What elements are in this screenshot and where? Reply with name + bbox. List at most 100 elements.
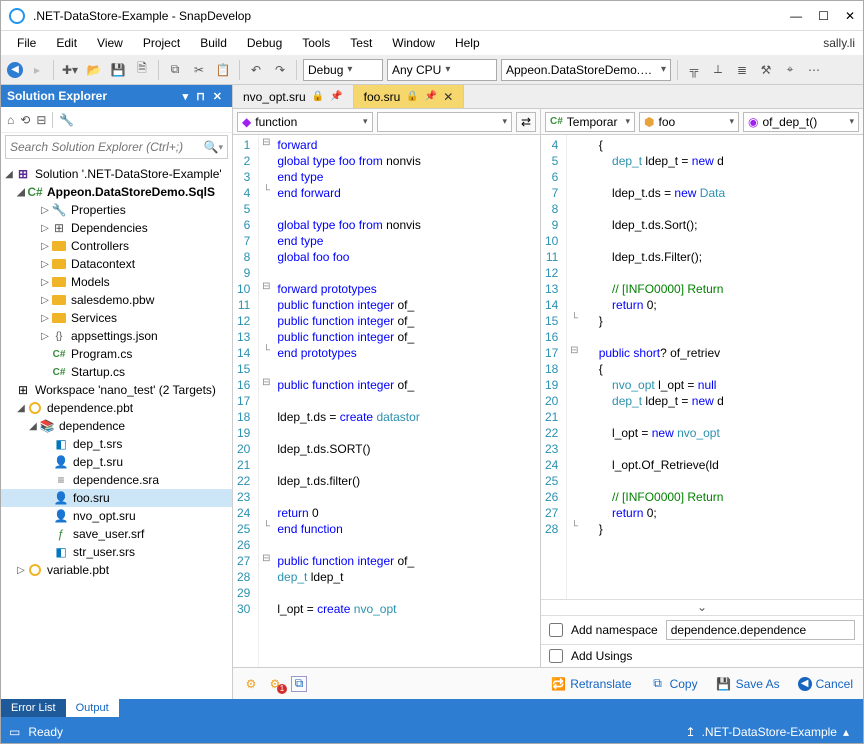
search-box[interactable]: 🔍 ▾ <box>5 135 228 159</box>
menu-edit[interactable]: Edit <box>48 34 85 52</box>
cancel-button[interactable]: ◀Cancel <box>798 677 853 691</box>
panel-pin-icon[interactable]: ⊓ <box>192 90 209 103</box>
status-dropdown-icon[interactable]: ▴ <box>837 725 855 739</box>
menu-build[interactable]: Build <box>192 34 235 52</box>
tree-item[interactable]: ▷{}appsettings.json <box>1 327 232 345</box>
status-upload-icon[interactable]: ↥ <box>680 725 702 739</box>
tree-item[interactable]: ◧dep_t.srs <box>1 435 232 453</box>
tree-item[interactable]: ▷salesdemo.pbw <box>1 291 232 309</box>
app-logo-icon <box>9 8 25 24</box>
tree-item[interactable]: 👤nvo_opt.sru <box>1 507 232 525</box>
right-dropdown-1[interactable]: C#Temporar▾ <box>545 112 635 132</box>
tree-item[interactable]: ≡dependence.sra <box>1 471 232 489</box>
tree-item[interactable]: ▷Models <box>1 273 232 291</box>
tree-item[interactable]: ▷Services <box>1 309 232 327</box>
tab-nvo-opt[interactable]: nvo_opt.sru🔒📌 <box>233 85 354 108</box>
tree-item[interactable]: ◧str_user.srs <box>1 543 232 561</box>
minimize-button[interactable]: — <box>790 9 802 23</box>
left-editor[interactable]: 1234567891011121314151617181920212223242… <box>233 135 540 667</box>
menu-project[interactable]: Project <box>135 34 188 52</box>
save-all-button[interactable]: 🗎 <box>132 60 152 80</box>
tree-item[interactable]: ▷Datacontext <box>1 255 232 273</box>
member-dropdown[interactable]: ▾ <box>377 112 513 132</box>
expand-down-button[interactable]: ⌄ <box>541 599 863 615</box>
copy-button[interactable]: ⧉Copy <box>650 676 698 692</box>
tool-icon-2[interactable]: ⟂ <box>708 60 728 80</box>
tool-icon-6[interactable]: ⋯ <box>804 60 824 80</box>
tree-item[interactable]: C#Startup.cs <box>1 363 232 381</box>
menu-tools[interactable]: Tools <box>294 34 338 52</box>
tree-item[interactable]: 👤dep_t.sru <box>1 453 232 471</box>
tree-item[interactable]: ▷⊞Dependencies <box>1 219 232 237</box>
maximize-button[interactable]: ☐ <box>818 9 829 23</box>
right-editor[interactable]: 4567891011121314151617181920212223242526… <box>541 135 863 599</box>
pbt-node[interactable]: ▷variable.pbt <box>1 561 232 579</box>
search-icon[interactable]: 🔍 <box>204 140 219 154</box>
back-button[interactable]: ◀ <box>7 62 23 78</box>
paste-icon[interactable]: 📋 <box>213 60 233 80</box>
tree-item[interactable]: C#Program.cs <box>1 345 232 363</box>
status-project: .NET-DataStore-Example <box>702 725 837 739</box>
tree-item[interactable]: ▷Controllers <box>1 237 232 255</box>
right-dropdown-2[interactable]: ⬢foo▾ <box>639 112 739 132</box>
tree-item-selected[interactable]: 👤foo.sru <box>1 489 232 507</box>
namespace-input[interactable]: dependence.dependence <box>666 620 855 640</box>
cut-icon[interactable]: ✂ <box>189 60 209 80</box>
menu-debug[interactable]: Debug <box>239 34 290 52</box>
right-dropdown-3[interactable]: ◉of_dep_t()▾ <box>743 112 859 132</box>
status-ready: Ready <box>28 725 63 739</box>
tab-foo[interactable]: foo.sru🔒📌✕ <box>354 85 465 108</box>
pbl-node[interactable]: ◢📚dependence <box>1 417 232 435</box>
add-usings-checkbox[interactable] <box>549 649 563 663</box>
tool-icon-4[interactable]: ⚒ <box>756 60 776 80</box>
output-tab[interactable]: Output <box>66 699 119 717</box>
menu-file[interactable]: File <box>9 34 44 52</box>
startup-dropdown[interactable]: Appeon.DataStoreDemo.SqlS▾ <box>501 59 671 81</box>
menu-window[interactable]: Window <box>384 34 443 52</box>
add-usings-label: Add Usings <box>571 649 632 663</box>
error-list-tab[interactable]: Error List <box>1 699 66 717</box>
pbt-node[interactable]: ◢dependence.pbt <box>1 399 232 417</box>
sync-icon[interactable]: ⟲ <box>20 113 30 127</box>
new-button[interactable]: ✚▾ <box>60 60 80 80</box>
scope-dropdown[interactable]: ◆function▾ <box>237 112 373 132</box>
platform-dropdown[interactable]: Any CPU▾ <box>387 59 497 81</box>
collapse-icon[interactable]: ⊟ <box>36 113 46 127</box>
wrench-icon[interactable]: 🔧 <box>59 113 74 127</box>
lock-icon: 🔒 <box>406 91 418 102</box>
solution-explorer-title: Solution Explorer <box>7 89 107 103</box>
add-namespace-checkbox[interactable] <box>549 623 563 637</box>
user-label[interactable]: sally.li <box>823 36 855 50</box>
tool-icon-5[interactable]: ⌖ <box>780 60 800 80</box>
add-namespace-label: Add namespace <box>571 623 658 637</box>
open-button[interactable]: 📂 <box>84 60 104 80</box>
undo-button[interactable]: ↶ <box>246 60 266 80</box>
menu-help[interactable]: Help <box>447 34 488 52</box>
swap-button[interactable]: ⇄ <box>516 112 536 132</box>
warning-icon[interactable]: ⚙1 <box>267 676 283 692</box>
redo-button[interactable]: ↷ <box>270 60 290 80</box>
pin-icon: 📌 <box>330 91 342 102</box>
settings-icon[interactable]: ⚙ <box>243 676 259 692</box>
save-button[interactable]: 💾 <box>108 60 128 80</box>
panel-dropdown-icon[interactable]: ▾ <box>179 90 193 103</box>
copy-icon[interactable]: ⧉ <box>291 676 307 692</box>
panel-close-icon[interactable]: ✕ <box>209 90 226 103</box>
copy-icon[interactable]: ⧉ <box>165 60 185 80</box>
save-as-button[interactable]: 💾Save As <box>716 676 780 692</box>
tool-icon-3[interactable]: ≣ <box>732 60 752 80</box>
tree-item[interactable]: ƒsave_user.srf <box>1 525 232 543</box>
close-tab-icon[interactable]: ✕ <box>443 90 453 104</box>
project-node[interactable]: ◢C#Appeon.DataStoreDemo.SqlS <box>1 183 232 201</box>
close-button[interactable]: ✕ <box>845 9 855 23</box>
config-dropdown[interactable]: Debug▾ <box>303 59 383 81</box>
menu-view[interactable]: View <box>89 34 131 52</box>
tree-item[interactable]: ▷🔧Properties <box>1 201 232 219</box>
solution-node[interactable]: ◢⊞Solution '.NET-DataStore-Example' <box>1 165 232 183</box>
home-icon[interactable]: ⌂ <box>7 113 14 127</box>
forward-button[interactable]: ▸ <box>27 60 47 80</box>
tool-icon-1[interactable]: ╦ <box>684 60 704 80</box>
search-input[interactable] <box>10 140 204 154</box>
menu-test[interactable]: Test <box>342 34 380 52</box>
workspace-node[interactable]: ⊞Workspace 'nano_test' (2 Targets) <box>1 381 232 399</box>
